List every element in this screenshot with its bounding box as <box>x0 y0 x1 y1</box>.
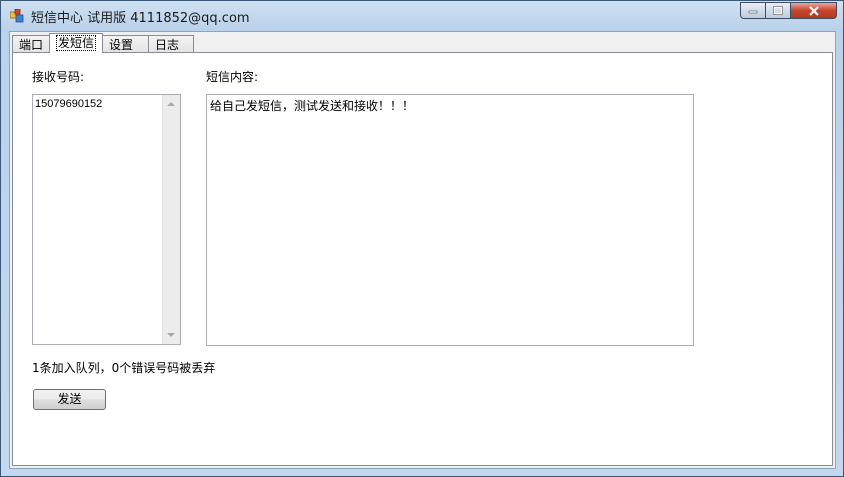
tab-log[interactable]: 日志 <box>148 35 195 53</box>
content-label: 短信内容: <box>206 70 259 84</box>
recipients-label: 接收号码: <box>32 70 85 84</box>
tab-send-sms[interactable]: 发短信 <box>49 33 104 53</box>
recipients-listbox[interactable]: 15079690152 <box>32 94 181 345</box>
scroll-down-icon[interactable] <box>167 333 175 337</box>
send-sms-page: 接收号码: 短信内容: 15079690152 给自己发短信，测试发送和接收！！… <box>12 52 833 466</box>
maximize-icon <box>773 6 783 15</box>
minimize-button[interactable] <box>740 2 766 19</box>
tab-port[interactable]: 端口 <box>12 35 51 53</box>
maximize-button[interactable] <box>766 2 791 19</box>
recipient-item[interactable]: 15079690152 <box>35 98 102 110</box>
tab-settings[interactable]: 设置 <box>102 35 150 53</box>
window-title: 短信中心 试用版 4111852@qq.com <box>31 11 250 26</box>
close-icon <box>808 5 819 16</box>
app-icon <box>10 9 24 23</box>
tab-strip: 端口 发短信 设置 日志 <box>12 33 195 53</box>
client-area: 端口 发短信 设置 日志 接收号码: 短信内容: 15079690152 给自己… <box>9 31 836 469</box>
scroll-up-icon[interactable] <box>167 102 175 106</box>
send-button[interactable]: 发送 <box>33 389 106 410</box>
tab-send-sms-label: 发短信 <box>56 35 97 51</box>
recipients-scrollbar[interactable] <box>162 95 180 344</box>
title-bar[interactable]: 短信中心 试用版 4111852@qq.com <box>1 1 843 29</box>
sms-content-textarea[interactable]: 给自己发短信，测试发送和接收！！！ <box>206 94 694 346</box>
close-button[interactable] <box>791 2 837 19</box>
app-window: 短信中心 试用版 4111852@qq.com 端口 发短信 设置 日志 接收号… <box>0 0 844 477</box>
queue-status-text: 1条加入队列，0个错误号码被丢弃 <box>32 361 216 375</box>
minimize-icon <box>748 10 758 13</box>
